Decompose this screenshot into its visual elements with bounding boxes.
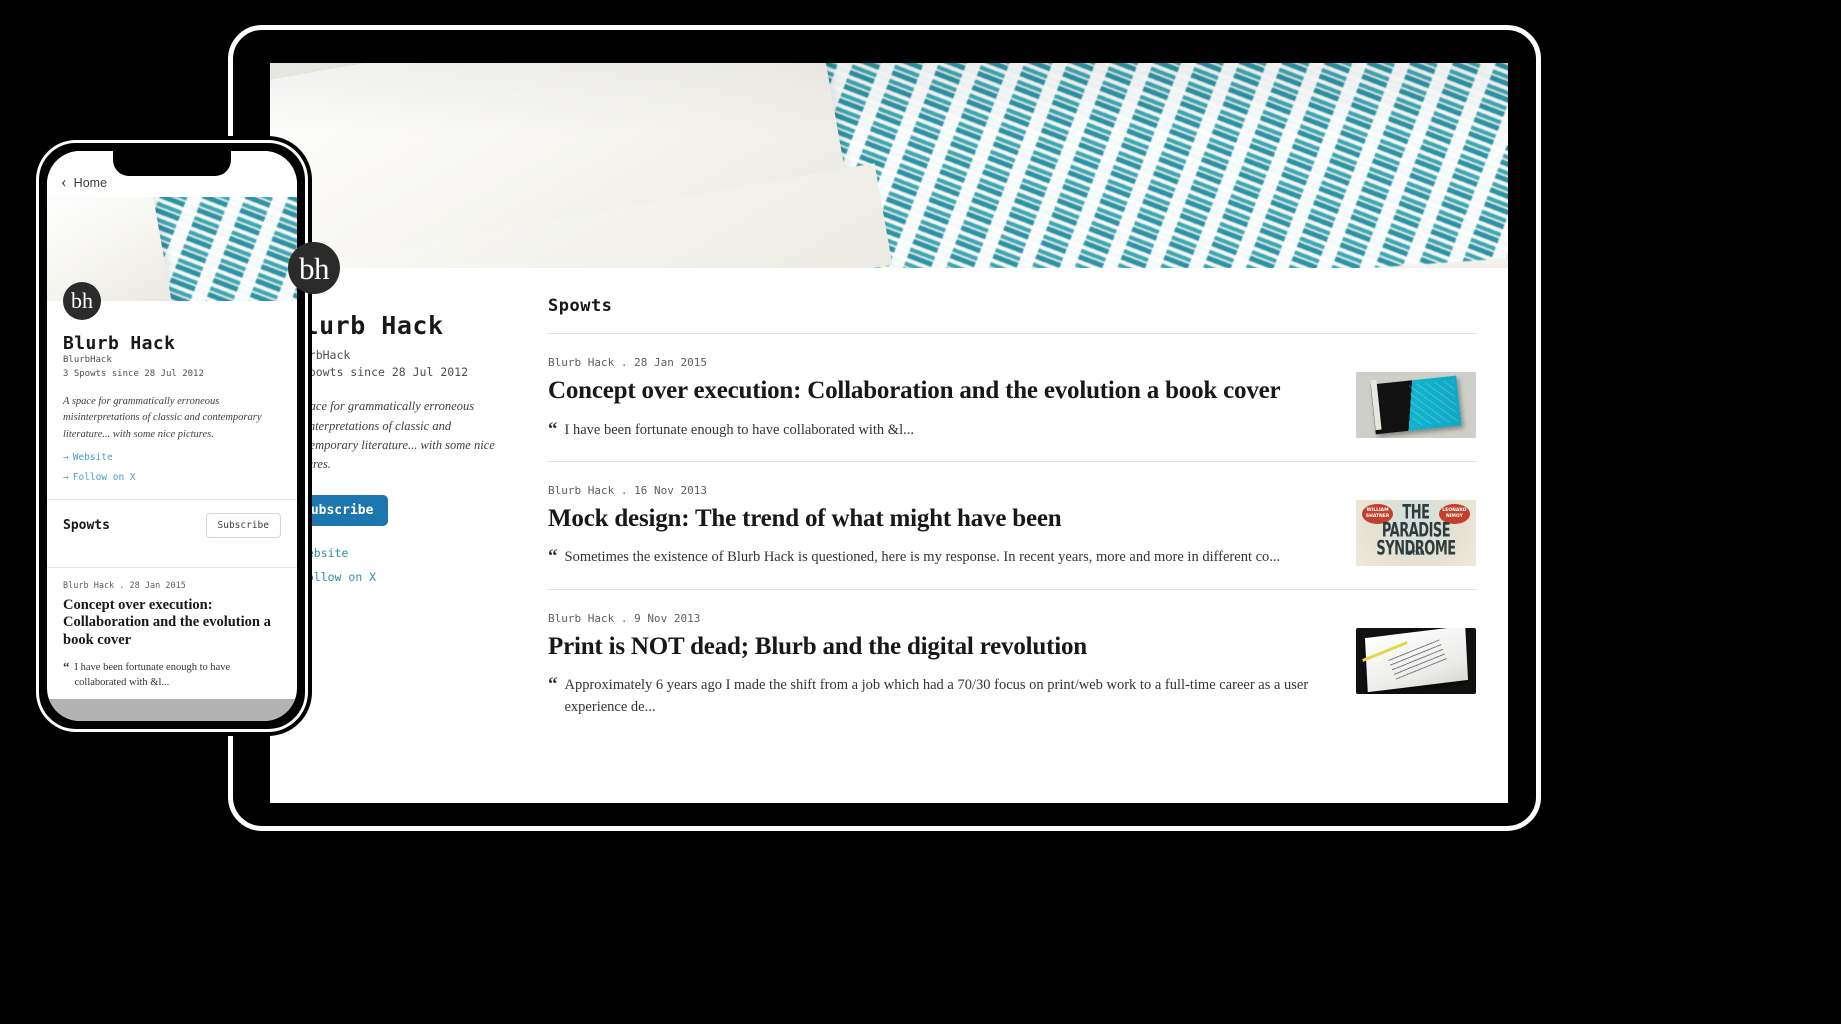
profile-bio: A space for grammatically erroneous misi… (288, 399, 495, 472)
avatar: bh (288, 242, 340, 294)
profile-banner-image (270, 63, 1508, 268)
profile-handle: BlurbHack (63, 355, 112, 365)
avatar: bh (63, 282, 101, 320)
post-meta: Blurb Hack . 28 Jan 2015 (63, 580, 186, 591)
link-follow-on-x[interactable]: → Follow on X (288, 570, 520, 584)
post-meta: Blurb Hack . 28 Jan 2015 (548, 356, 707, 369)
post-thumbnail[interactable] (1356, 627, 1476, 694)
poster-star-label: STAR (1407, 549, 1425, 557)
post-excerpt-text: Sometimes the existence of Blurb Hack is… (564, 549, 1281, 566)
phone-device-frame: ‹ Home bh Blurb Hack BlurbHack 3 Spowts … (36, 140, 308, 732)
link-website[interactable]: → Website (63, 452, 281, 463)
nav-back-label[interactable]: Home (74, 176, 107, 190)
back-chevron-icon[interactable]: ‹ (61, 173, 67, 190)
quote-icon: “ (63, 658, 70, 674)
feed-heading: Spowts (548, 296, 613, 316)
post-title[interactable]: Print is NOT dead; Blurb and the digital… (548, 632, 1340, 662)
post-excerpt: “ I have been fortunate enough to have c… (548, 418, 1340, 441)
phone-notch (113, 151, 231, 176)
post-excerpt: “ I have been fortunate enough to have c… (63, 660, 281, 690)
arrow-right-icon: → (63, 451, 69, 463)
link-follow-on-x[interactable]: → Follow on X (63, 472, 281, 483)
post-excerpt-text: I have been fortunate enough to have col… (564, 421, 915, 438)
thumbnail-poster: WILLIAM SHATNER LEONARD NIMOY THE PARADI… (1356, 499, 1476, 566)
post-title[interactable]: Concept over execution: Collaboration an… (63, 597, 281, 650)
post-list-item[interactable]: Blurb Hack . 16 Nov 2013 Mock design: Th… (548, 462, 1476, 590)
phone-content: bh Blurb Hack BlurbHack 3 Spowts since 2… (47, 282, 297, 690)
post-excerpt: “ Sometimes the existence of Blurb Hack … (548, 547, 1340, 568)
post-list-item[interactable]: Blurb Hack . 28 Jan 2015 Concept over ex… (63, 568, 281, 691)
link-follow-on-x-label: Follow on X (299, 569, 377, 584)
quote-icon: “ (548, 546, 558, 568)
post-excerpt-text: I have been fortunate enough to have col… (74, 661, 231, 689)
post-content: Blurb Hack . 28 Jan 2015 Concept over ex… (548, 356, 1340, 441)
banner-vignette (270, 63, 1508, 268)
tablet-screen: bh Blurb Hack BlurbHack 3 Spowts since 2… (270, 63, 1508, 803)
profile-meta: BlurbHack 3 Spowts since 28 Jul 2012 (288, 347, 520, 380)
tablet-device-frame: bh Blurb Hack BlurbHack 3 Spowts since 2… (228, 25, 1541, 831)
post-meta: Blurb Hack . 16 Nov 2013 (548, 483, 707, 497)
quote-icon: “ (548, 418, 558, 440)
post-excerpt-text: Approximately 6 years ago I made the shi… (564, 677, 1309, 715)
book-front (1370, 375, 1462, 435)
link-follow-on-x-label: Follow on X (72, 471, 136, 483)
post-content: Blurb Hack . 9 Nov 2013 Print is NOT dea… (548, 612, 1340, 718)
profile-stats: 3 Spowts since 28 Jul 2012 (288, 364, 469, 379)
post-thumbnail[interactable] (1356, 372, 1476, 438)
post-excerpt: “ Approximately 6 years ago I made the s… (548, 675, 1340, 718)
post-meta: Blurb Hack . 9 Nov 2013 (548, 611, 701, 625)
post-list-item[interactable]: Blurb Hack . 28 Jan 2015 Concept over ex… (548, 334, 1476, 462)
thumbnail-book-cover (1356, 372, 1476, 438)
feed-column: Spowts Blurb Hack . 28 Jan 2015 Concept … (540, 268, 1508, 738)
tablet-content: bh Blurb Hack BlurbHack 3 Spowts since 2… (270, 242, 1508, 738)
banner-paper-sheet (47, 197, 173, 301)
profile-sidebar: bh Blurb Hack BlurbHack 3 Spowts since 2… (270, 242, 540, 738)
post-thumbnail[interactable]: WILLIAM SHATNER LEONARD NIMOY THE PARADI… (1356, 499, 1476, 566)
subscribe-button[interactable]: Subscribe (205, 512, 281, 538)
profile-links: → Website → Follow on X (288, 546, 520, 584)
profile-stats: 3 Spowts since 28 Jul 2012 (63, 368, 204, 379)
arrow-right-icon: → (63, 471, 69, 483)
phone-home-indicator-bar (47, 699, 297, 721)
page-title: Blurb Hack (63, 333, 176, 354)
post-title[interactable]: Concept over execution: Collaboration an… (548, 376, 1340, 406)
thumbnail-open-book (1356, 627, 1476, 694)
feed-heading: Spowts (63, 517, 110, 533)
quote-icon: “ (548, 674, 558, 696)
link-website-label: Website (72, 451, 113, 463)
page-title: Blurb Hack (288, 311, 444, 340)
phone-feed-header: Spowts Subscribe (63, 500, 281, 551)
phone-screen: ‹ Home bh Blurb Hack BlurbHack 3 Spowts … (47, 151, 297, 721)
post-title[interactable]: Mock design: The trend of what might hav… (548, 504, 1340, 534)
post-content: Blurb Hack . 16 Nov 2013 Mock design: Th… (548, 484, 1340, 569)
profile-bio: A space for grammatically erroneous misi… (63, 396, 262, 440)
post-list-item[interactable]: Blurb Hack . 9 Nov 2013 Print is NOT dea… (548, 590, 1476, 738)
profile-handle: BlurbHack (288, 348, 351, 362)
link-website[interactable]: → Website (288, 546, 520, 560)
screenshot-stage: bh Blurb Hack BlurbHack 3 Spowts since 2… (0, 0, 1841, 1024)
